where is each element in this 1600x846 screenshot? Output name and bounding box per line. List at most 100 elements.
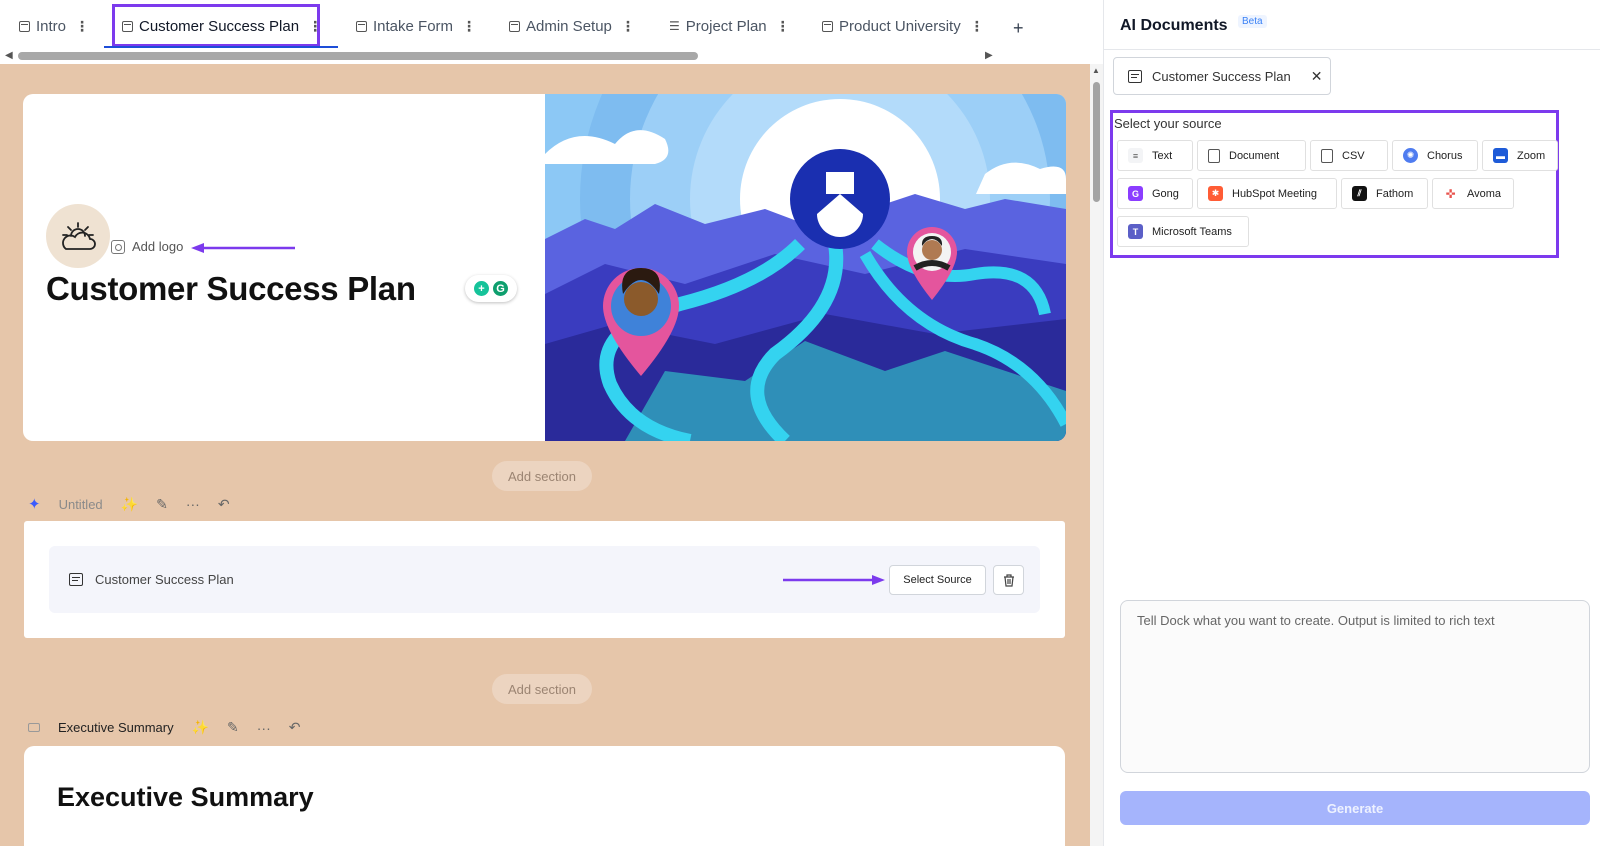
executive-summary-section: Executive Summary: [24, 746, 1065, 846]
scroll-left-icon[interactable]: ◀: [5, 50, 13, 61]
source-label: HubSpot Meeting: [1232, 187, 1317, 200]
avoma-icon: ✜: [1443, 186, 1458, 201]
source-label: CSV: [1342, 149, 1365, 162]
more-icon[interactable]: ⋮: [308, 18, 322, 35]
list-icon: ☰: [669, 19, 680, 33]
tab-customer-success-plan[interactable]: Customer Success Plan ⋮: [122, 14, 322, 38]
source-label: Text: [1152, 149, 1173, 162]
source-label: Select your source: [1114, 116, 1222, 131]
paint-icon[interactable]: ✎: [156, 496, 168, 513]
source-microsoft-teams-button[interactable]: T Microsoft Teams: [1117, 216, 1249, 247]
source-label: Gong: [1152, 187, 1179, 200]
more-icon[interactable]: ⋮: [776, 18, 790, 35]
active-tab-indicator: [104, 46, 338, 48]
fathom-icon: ⫽: [1352, 186, 1367, 201]
document-icon: [69, 573, 83, 586]
ai-sparkle-icon[interactable]: ✨: [121, 496, 138, 513]
section-name[interactable]: Executive Summary: [58, 720, 174, 735]
beta-badge: Beta: [1238, 15, 1267, 28]
source-chorus-button[interactable]: ✺ Chorus: [1392, 140, 1478, 171]
trash-icon: [1003, 573, 1014, 587]
ai-doc-title-label: Customer Success Plan: [95, 572, 234, 587]
source-label: Avoma: [1467, 187, 1502, 200]
source-avoma-button[interactable]: ✜ Avoma: [1432, 178, 1514, 209]
prompt-placeholder: Tell Dock what you want to create. Outpu…: [1137, 613, 1495, 628]
source-label: Zoom: [1517, 149, 1546, 162]
scrollbar-thumb[interactable]: [18, 52, 698, 60]
document-icon: [1128, 69, 1142, 83]
more-icon[interactable]: ⋮: [462, 18, 476, 35]
tab-intro[interactable]: Intro ⋮: [19, 14, 89, 38]
paint-icon[interactable]: ✎: [227, 719, 239, 736]
annotation-arrow: [191, 243, 295, 253]
source-hubspot-button[interactable]: ✱ HubSpot Meeting: [1197, 178, 1337, 209]
tab-product-university[interactable]: Product University ⋮: [822, 14, 984, 38]
source-zoom-button[interactable]: ▬ Zoom: [1482, 140, 1558, 171]
page-icon: [509, 20, 520, 32]
add-tab-icon[interactable]: +: [1013, 18, 1024, 39]
selected-document-chip[interactable]: Customer Success Plan ✕: [1113, 57, 1331, 95]
scroll-up-icon[interactable]: ▲: [1092, 66, 1100, 75]
gong-icon: G: [1128, 186, 1143, 201]
ai-documents-panel: AI Documents Beta Customer Success Plan …: [1103, 0, 1600, 846]
panel-title: AI Documents: [1120, 17, 1228, 34]
logo-placeholder[interactable]: [46, 204, 110, 268]
section-heading[interactable]: Executive Summary: [57, 782, 314, 813]
select-source-button[interactable]: Select Source: [889, 565, 986, 595]
more-icon[interactable]: ···: [257, 720, 271, 736]
prompt-textarea[interactable]: Tell Dock what you want to create. Outpu…: [1120, 600, 1590, 773]
source-selector: Select your source ≡ Text Document CSV ✺…: [1110, 110, 1559, 258]
tab-label: Customer Success Plan: [139, 17, 300, 35]
source-csv-button[interactable]: CSV: [1310, 140, 1388, 171]
page-icon: [122, 20, 133, 32]
editor-pane: Intro ⋮ Customer Success Plan ⋮ Intake F…: [0, 0, 1103, 846]
more-icon[interactable]: ⋮: [75, 18, 89, 35]
source-document-button[interactable]: Document: [1197, 140, 1306, 171]
more-icon[interactable]: ···: [186, 496, 200, 512]
add-logo-label: Add logo: [132, 239, 184, 254]
document-canvas: Add logo Customer Success Plan + G Add s…: [0, 64, 1090, 846]
source-gong-button[interactable]: G Gong: [1117, 178, 1193, 209]
undo-icon[interactable]: ↶: [218, 496, 230, 513]
tab-label: Admin Setup: [526, 17, 612, 35]
tab-label: Intro: [36, 17, 67, 35]
hubspot-icon: ✱: [1208, 186, 1223, 201]
page-title[interactable]: Customer Success Plan: [46, 270, 416, 308]
teams-icon: T: [1128, 224, 1143, 239]
horizontal-scrollbar[interactable]: ◀ ▶: [0, 50, 1000, 62]
delete-button[interactable]: [993, 565, 1024, 595]
more-icon[interactable]: ⋮: [970, 18, 984, 35]
tab-intake-form[interactable]: Intake Form ⋮: [356, 14, 476, 38]
more-icon[interactable]: ⋮: [621, 18, 635, 35]
section-name[interactable]: Untitled: [59, 497, 103, 512]
section-toolbar: ✦ Untitled ✨ ✎ ··· ↶: [28, 495, 230, 514]
page-icon: [19, 20, 30, 32]
doc-chip-label: Customer Success Plan: [1152, 68, 1291, 84]
zoom-icon: ▬: [1493, 148, 1508, 163]
source-label: Chorus: [1427, 149, 1463, 162]
text-lines-icon: ≡: [1128, 148, 1143, 163]
source-text-button[interactable]: ≡ Text: [1117, 140, 1193, 171]
grammarly-widget[interactable]: + G: [465, 275, 517, 302]
cloud-sun-icon: [62, 222, 96, 250]
form-icon: [356, 20, 367, 32]
generate-button[interactable]: Generate: [1120, 791, 1590, 825]
tab-project-plan[interactable]: ☰ Project Plan ⋮: [669, 14, 790, 38]
add-logo-button[interactable]: Add logo: [111, 239, 183, 254]
source-fathom-button[interactable]: ⫽ Fathom: [1341, 178, 1428, 209]
add-section-button[interactable]: Add section: [492, 674, 592, 704]
tab-label: Intake Form: [373, 17, 454, 35]
vertical-scrollbar[interactable]: ▲: [1090, 64, 1103, 846]
source-label: Microsoft Teams: [1152, 225, 1232, 238]
cover-illustration: [545, 94, 1066, 441]
grammarly-icon: G: [493, 281, 508, 296]
close-icon[interactable]: ✕: [1311, 68, 1323, 85]
undo-icon[interactable]: ↶: [289, 719, 301, 736]
scrollbar-thumb[interactable]: [1093, 82, 1100, 202]
sparkle-icon: ✦: [28, 496, 41, 513]
scroll-right-icon[interactable]: ▶: [985, 50, 993, 61]
video-icon: [822, 20, 833, 32]
add-section-button[interactable]: Add section: [492, 461, 592, 491]
tab-admin-setup[interactable]: Admin Setup ⋮: [509, 14, 635, 38]
ai-sparkle-icon[interactable]: ✨: [192, 719, 209, 736]
